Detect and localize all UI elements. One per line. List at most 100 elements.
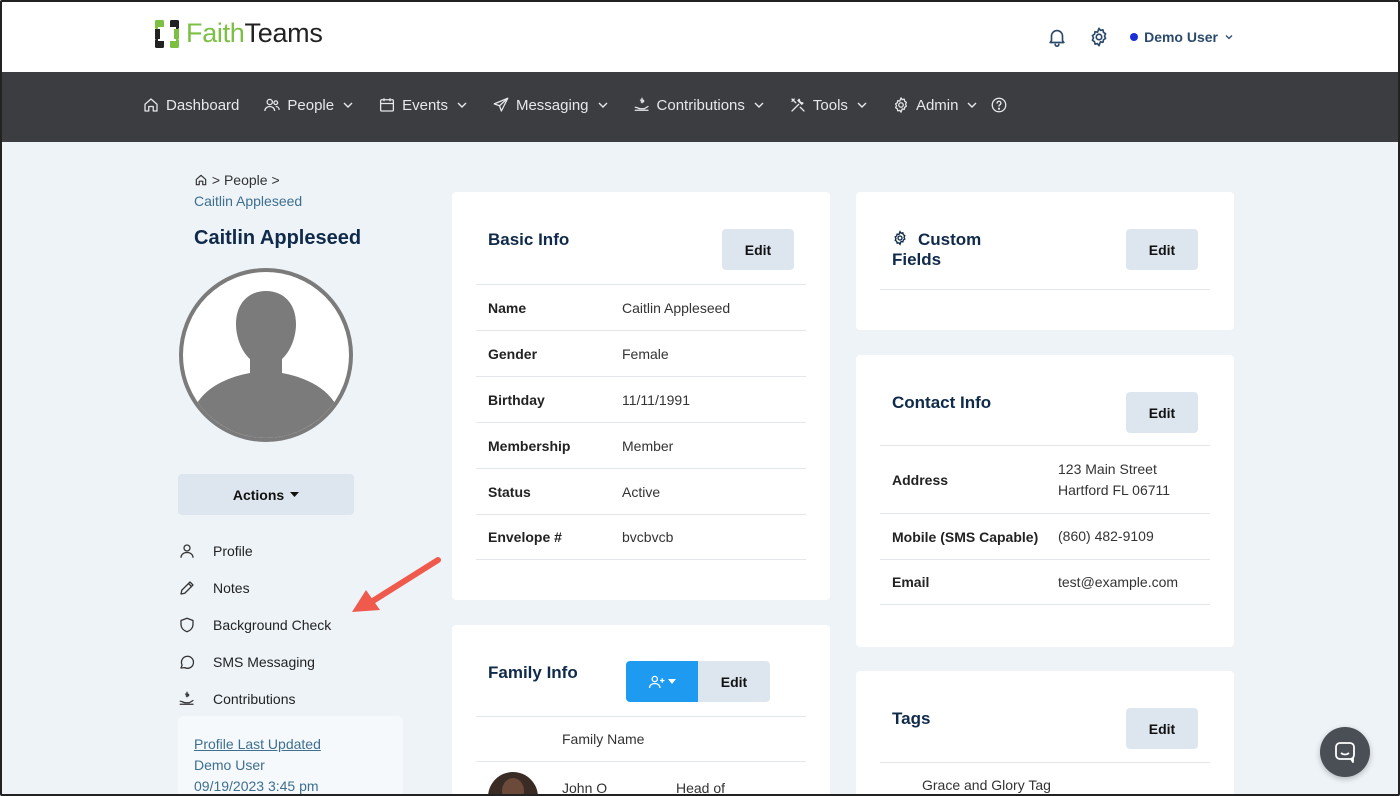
breadcrumb-separator: > <box>211 172 221 188</box>
side-item-notes[interactable]: Notes <box>178 569 331 606</box>
family-member-row[interactable]: John O Head of <box>476 762 806 796</box>
divider <box>880 762 1210 763</box>
basic-info-row: Status Active <box>476 468 806 514</box>
user-menu[interactable]: Demo User <box>1130 29 1234 45</box>
custom-fields-title-line1: Custom <box>918 230 982 249</box>
family-member-name: John O <box>562 780 608 796</box>
side-item-profile[interactable]: Profile <box>178 532 331 569</box>
breadcrumb-current: Caitlin Appleseed <box>194 193 303 209</box>
profile-updated-link[interactable]: Profile Last Updated <box>194 734 387 755</box>
top-header: FaithTeams Demo User <box>2 2 1398 72</box>
side-item-label: Profile <box>213 542 253 559</box>
tags-edit-button[interactable]: Edit <box>1126 708 1198 749</box>
contact-info-edit-button[interactable]: Edit <box>1126 392 1198 433</box>
home-icon <box>144 98 158 112</box>
gear-icon <box>894 230 906 246</box>
tools-icon <box>791 98 805 112</box>
nav-admin-label: Admin <box>915 96 959 114</box>
nav-messaging-label: Messaging <box>515 96 589 114</box>
chat-launcher-button[interactable] <box>1320 727 1370 777</box>
contact-row-email: Email test@example.com <box>880 559 1210 605</box>
app-window: FaithTeams Demo User Dashboard People Ev… <box>0 0 1400 796</box>
nav-admin[interactable]: Admin <box>892 96 979 114</box>
nav-events[interactable]: Events <box>378 96 468 114</box>
nav-help[interactable] <box>990 96 1008 114</box>
divider <box>880 289 1210 290</box>
basic-info-row: Membership Member <box>476 422 806 468</box>
donation-hand-icon <box>634 97 649 111</box>
nav-people-label: People <box>287 96 335 114</box>
people-icon <box>264 98 281 112</box>
side-item-label: Contributions <box>213 690 296 707</box>
breadcrumb-people[interactable]: People <box>224 172 268 188</box>
nav-contributions-label: Contributions <box>656 96 745 114</box>
basic-info-card: Basic Info Edit Name Caitlin Appleseed Ge… <box>452 192 830 600</box>
add-family-member-button[interactable] <box>626 661 698 702</box>
tag-item: Grace and Glory Tag <box>922 777 1051 793</box>
profile-updated-by: Demo User <box>194 757 265 773</box>
field-value: Caitlin Appleseed <box>622 299 731 316</box>
side-item-contributions[interactable]: Contributions <box>178 680 331 717</box>
side-item-label: SMS Messaging <box>213 653 315 670</box>
nav-tools-label: Tools <box>812 96 848 114</box>
gear-icon[interactable] <box>1088 26 1110 48</box>
custom-fields-card: Custom Fields Edit <box>856 192 1234 330</box>
send-icon <box>493 97 509 112</box>
nav-dashboard-label: Dashboard <box>166 96 240 114</box>
calendar-icon <box>380 98 395 112</box>
basic-info-row: Name Caitlin Appleseed <box>476 284 806 330</box>
custom-fields-edit-button[interactable]: Edit <box>1126 229 1198 270</box>
nav-people[interactable]: People <box>263 96 354 114</box>
contact-row-mobile: Mobile (SMS Capable) (860) 482-9109 <box>880 513 1210 559</box>
family-header-row: Family Name <box>476 716 806 762</box>
actions-button[interactable]: Actions <box>178 474 354 515</box>
avatar <box>179 268 353 442</box>
basic-info-edit-button[interactable]: Edit <box>722 229 794 270</box>
address-value: 123 Main Street Hartford FL 06711 <box>1058 459 1170 501</box>
nav-contributions[interactable]: Contributions <box>633 96 765 114</box>
tags-title: Tags <box>892 709 931 728</box>
user-name: Demo User <box>1144 29 1218 45</box>
chat-icon <box>1335 742 1355 763</box>
bell-icon[interactable] <box>1046 26 1068 48</box>
home-icon[interactable] <box>194 173 208 187</box>
family-name-column-header: Family Name <box>562 731 645 747</box>
user-icon <box>180 543 194 558</box>
contact-info-card: Contact Info Edit Address 123 Main Stree… <box>856 355 1234 647</box>
annotation-arrow <box>352 557 441 612</box>
field-label: Birthday <box>488 391 545 408</box>
chevron-down-icon <box>598 102 608 108</box>
basic-info-row: Gender Female <box>476 330 806 376</box>
chevron-down-icon <box>967 102 977 108</box>
pencil-icon <box>180 580 194 595</box>
field-value: Active <box>622 483 661 500</box>
field-label: Name <box>488 299 527 316</box>
family-info-card: Family Info Edit Family Name John O Head… <box>452 625 830 796</box>
faithteams-logo[interactable]: FaithTeams <box>154 18 323 49</box>
address-line-2: Hartford FL 06711 <box>1058 481 1171 498</box>
field-label: Mobile (SMS Capable) <box>892 528 1039 545</box>
family-info-edit-button[interactable]: Edit <box>698 661 770 702</box>
email-value[interactable]: test@example.com <box>1058 572 1178 593</box>
field-label: Address <box>892 471 949 488</box>
contact-info-title: Contact Info <box>892 393 992 412</box>
side-item-label: Background Check <box>213 616 332 633</box>
field-label: Membership <box>488 437 571 454</box>
side-item-background-check[interactable]: Background Check <box>178 606 331 643</box>
donation-hand-icon <box>179 691 194 705</box>
profile-updated-date: 09/19/2023 3:45 pm <box>194 778 319 794</box>
nav-dashboard[interactable]: Dashboard <box>142 96 239 114</box>
nav-messaging[interactable]: Messaging <box>492 96 609 114</box>
person-name: Caitlin Appleseed <box>194 227 362 249</box>
field-label: Status <box>488 483 531 500</box>
profile-updated-info: Profile Last Updated Demo User 09/19/202… <box>178 716 403 794</box>
field-value: Female <box>622 345 669 362</box>
caret-down-icon <box>668 679 676 684</box>
nav-tools[interactable]: Tools <box>789 96 868 114</box>
chevron-down-icon <box>1225 35 1233 40</box>
nav-events-label: Events <box>402 96 448 114</box>
family-member-avatar <box>488 772 538 794</box>
breadcrumb: > People > Caitlin Appleseed <box>194 170 302 212</box>
side-item-sms-messaging[interactable]: SMS Messaging <box>178 643 331 680</box>
mobile-value[interactable]: (860) 482-9109 <box>1058 526 1154 547</box>
